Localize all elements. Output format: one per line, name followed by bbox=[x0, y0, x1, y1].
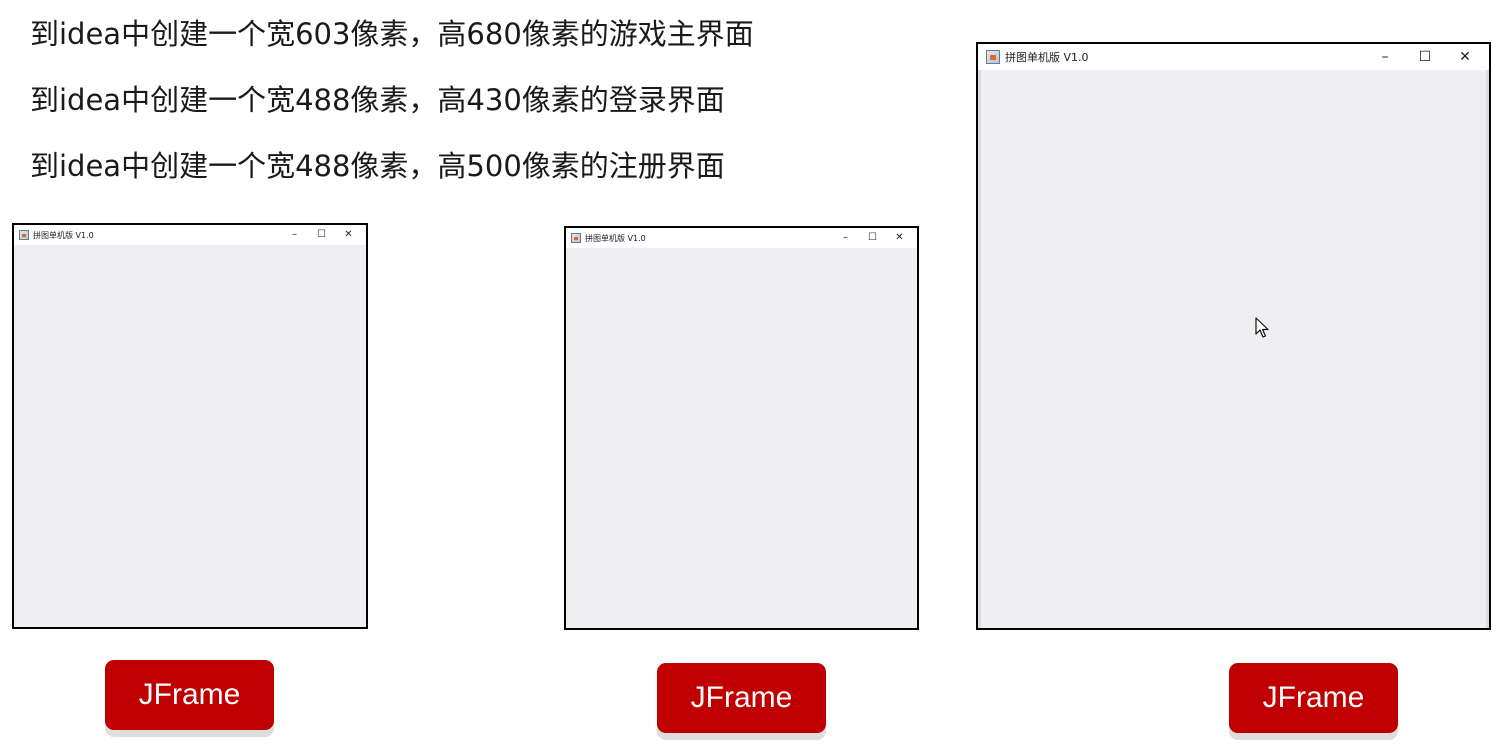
maximize-icon[interactable]: ☐ bbox=[1405, 44, 1445, 70]
maximize-icon[interactable]: ☐ bbox=[859, 228, 886, 248]
close-icon[interactable]: ✕ bbox=[1445, 44, 1485, 70]
window-titlebar[interactable]: 拼图单机版 V1.0 – ☐ ✕ bbox=[14, 225, 366, 245]
java-app-icon bbox=[19, 230, 29, 240]
jframe-label-left: JFrame bbox=[105, 660, 274, 730]
jframe-label-right: JFrame bbox=[1229, 663, 1398, 733]
window-titlebar[interactable]: 拼图单机版 V1.0 – ☐ ✕ bbox=[566, 228, 917, 248]
instructions: 到idea中创建一个宽603像素，高680像素的游戏主界面 到idea中创建一个… bbox=[30, 12, 950, 210]
window-title: 拼图单机版 V1.0 bbox=[33, 230, 94, 240]
window-controls: – ☐ ✕ bbox=[1365, 44, 1485, 70]
window-title: 拼图单机版 V1.0 bbox=[1005, 51, 1089, 64]
mouse-pointer-icon bbox=[1255, 317, 1269, 338]
window-content bbox=[978, 70, 1489, 628]
minimize-icon[interactable]: – bbox=[832, 228, 859, 248]
window-controls: – ☐ ✕ bbox=[281, 225, 362, 245]
java-app-icon bbox=[986, 50, 1000, 64]
minimize-icon[interactable]: – bbox=[281, 225, 308, 245]
jframe-window-left: 拼图单机版 V1.0 – ☐ ✕ bbox=[12, 223, 368, 629]
window-titlebar[interactable]: 拼图单机版 V1.0 – ☐ ✕ bbox=[978, 44, 1489, 70]
jframe-window-middle: 拼图单机版 V1.0 – ☐ ✕ bbox=[564, 226, 919, 630]
jframe-window-right: 拼图单机版 V1.0 – ☐ ✕ bbox=[976, 42, 1491, 630]
window-content bbox=[14, 245, 366, 627]
window-content bbox=[566, 248, 917, 628]
maximize-icon[interactable]: ☐ bbox=[308, 225, 335, 245]
instruction-game-window: 到idea中创建一个宽603像素，高680像素的游戏主界面 bbox=[30, 17, 754, 51]
minimize-icon[interactable]: – bbox=[1365, 44, 1405, 70]
window-title: 拼图单机版 V1.0 bbox=[585, 233, 646, 243]
instruction-login-window: 到idea中创建一个宽488像素，高430像素的登录界面 bbox=[30, 83, 725, 117]
jframe-label-middle: JFrame bbox=[657, 663, 826, 733]
java-app-icon bbox=[571, 233, 581, 243]
close-icon[interactable]: ✕ bbox=[886, 228, 913, 248]
window-controls: – ☐ ✕ bbox=[832, 228, 913, 248]
close-icon[interactable]: ✕ bbox=[335, 225, 362, 245]
instruction-register-window: 到idea中创建一个宽488像素，高500像素的注册界面 bbox=[30, 149, 725, 183]
